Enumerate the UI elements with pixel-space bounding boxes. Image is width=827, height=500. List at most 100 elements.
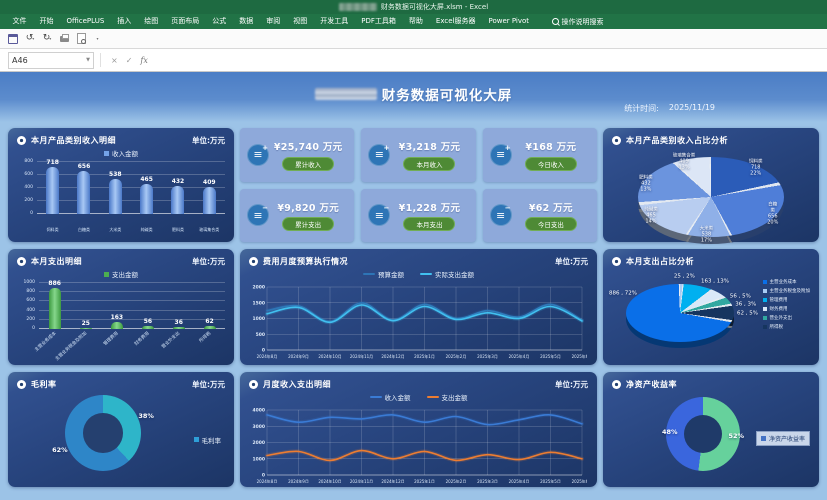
pie-slice-label: 饲料类71822% bbox=[749, 159, 763, 176]
tell-me-search[interactable]: 操作说明搜索 bbox=[552, 17, 604, 27]
bar-column: 36 bbox=[173, 320, 185, 329]
redo-button[interactable]: ↻▾ bbox=[40, 32, 54, 45]
chart-legend: 支出金额 bbox=[17, 269, 225, 279]
coins-minus-icon: ≡− bbox=[247, 204, 269, 226]
panel-unit: 单位:万元 bbox=[192, 379, 225, 390]
ribbon-tab-14[interactable]: Power Pivot bbox=[482, 14, 536, 29]
panel-budget-execution: 费用月度预算执行情况 单位:万元 预算金额实际支出金额0500100015002… bbox=[240, 249, 597, 365]
panel-header: 月度收入支出明细 单位:万元 bbox=[249, 379, 588, 390]
bar bbox=[80, 328, 92, 329]
y-tick-label: 0 bbox=[17, 327, 35, 332]
ribbon-tab-2[interactable]: OfficePLUS bbox=[60, 14, 111, 29]
coins-minus-icon: ≡− bbox=[490, 204, 512, 226]
legend-label: 收入金额 bbox=[385, 392, 411, 402]
kpi-card: ≡+¥168 万元今日收入 bbox=[483, 128, 597, 182]
print-preview-button[interactable] bbox=[74, 32, 88, 45]
bar-column: 163 bbox=[111, 315, 124, 329]
bar-value-label: 886 bbox=[48, 281, 61, 287]
ribbon-tab-12[interactable]: 帮助 bbox=[402, 14, 429, 29]
customize-qat-button[interactable]: ▾ bbox=[91, 32, 105, 45]
ribbon-tab-1[interactable]: 开始 bbox=[33, 14, 60, 29]
x-tick-label: 2025年2月 bbox=[446, 478, 467, 483]
pie-slice-label: 玻璃集合类40913% bbox=[673, 153, 696, 170]
x-tick-label: 2025年5月 bbox=[540, 353, 561, 359]
donut-hole bbox=[83, 413, 123, 453]
bar-value-label: 656 bbox=[78, 164, 91, 170]
x-tick-label: 饲料类 bbox=[47, 227, 59, 232]
ribbon-tab-13[interactable]: Excel服务器 bbox=[429, 14, 482, 29]
formula-input[interactable] bbox=[158, 53, 817, 68]
legend-item: 收入金额 bbox=[370, 392, 411, 402]
legend-item: 主营业务税金及附加 bbox=[763, 288, 810, 294]
bar-value-label: 432 bbox=[172, 179, 185, 185]
redo-caret-icon: ▾ bbox=[49, 37, 51, 41]
name-box-caret-icon: ▼ bbox=[86, 57, 90, 63]
bar bbox=[111, 322, 123, 329]
x-tick-label: 2024年8月 bbox=[257, 478, 278, 483]
kpi-value: ¥3,218 万元 bbox=[399, 139, 461, 153]
legend-item: 预算金额 bbox=[363, 269, 404, 279]
ribbon-tab-9[interactable]: 视图 bbox=[287, 14, 314, 29]
legend-swatch bbox=[763, 307, 767, 311]
ribbon-tab-5[interactable]: 页面布局 bbox=[165, 14, 206, 29]
bar-column: 465 bbox=[140, 177, 153, 214]
x-tick-label: 2025年6月 bbox=[572, 353, 587, 359]
donut-label: 52% bbox=[728, 432, 744, 440]
kpi-label-pill: 今日收入 bbox=[525, 157, 577, 171]
panel-title: 本月产品类别收入占比分析 bbox=[626, 135, 728, 146]
x-tick-label: 2024年10月 bbox=[318, 478, 341, 483]
panel-expense-detail: 本月支出明细 单位:万元 支出金额02004006008001000886251… bbox=[8, 249, 234, 365]
ribbon-tab-3[interactable]: 插入 bbox=[111, 14, 138, 29]
bar-column: 62 bbox=[204, 319, 216, 329]
x-axis-labels: 饲料类白糖类大米类纯碱类肥料类玻璃集合类 bbox=[37, 216, 225, 235]
title-bar: 财务数据可视化大屏.xlsm - Excel bbox=[0, 0, 827, 14]
ribbon-tab-6[interactable]: 公式 bbox=[206, 14, 233, 29]
donut-label: 38% bbox=[138, 412, 154, 420]
ribbon-tab-0[interactable]: 文件 bbox=[6, 14, 33, 29]
bullet-icon bbox=[612, 257, 621, 266]
x-tick-label: 2025年1月 bbox=[414, 478, 435, 483]
y-tick-label: 600 bbox=[17, 173, 33, 178]
legend-label: 实际支出金额 bbox=[435, 269, 474, 279]
bar-value-label: 56 bbox=[144, 319, 152, 325]
undo-button[interactable]: ↺▾ bbox=[23, 32, 37, 45]
ribbon-tab-11[interactable]: PDF工具箱 bbox=[355, 14, 403, 29]
cell-reference: A46 bbox=[12, 56, 28, 65]
bar-value-label: 36 bbox=[175, 320, 183, 326]
bar-value-label: 25 bbox=[82, 321, 90, 327]
ribbon-tab-8[interactable]: 审阅 bbox=[260, 14, 287, 29]
stat-time: 统计时间: 2025/11/19 bbox=[624, 103, 715, 114]
ribbon-tab-7[interactable]: 数据 bbox=[233, 14, 260, 29]
name-box[interactable]: A46 ▼ bbox=[8, 52, 94, 69]
panel-title: 费用月度预算执行情况 bbox=[263, 256, 348, 267]
pie-slice-label: 纯碱类46514% bbox=[644, 207, 658, 224]
dashboard-title-row: 财务数据可视化大屏 bbox=[315, 84, 513, 104]
pie-legend: 主营业务成本主营业务税金及附加管理费用财务费用营业外支出所得税 bbox=[763, 279, 810, 330]
insert-function-icon[interactable]: fx bbox=[140, 56, 147, 65]
bar-column: 25 bbox=[80, 321, 92, 329]
kpi-card: ≡+¥3,218 万元本月收入 bbox=[361, 128, 475, 182]
kpi-card: ≡−¥1,228 万元本月支出 bbox=[361, 189, 475, 243]
legend-swatch bbox=[763, 325, 767, 329]
y-tick-label: 3000 bbox=[252, 424, 265, 430]
bar bbox=[203, 187, 216, 214]
print-button[interactable] bbox=[57, 32, 71, 45]
cancel-icon[interactable]: × bbox=[111, 56, 118, 65]
coins-minus-icon: ≡− bbox=[368, 204, 390, 226]
enter-icon[interactable]: ✓ bbox=[126, 56, 133, 65]
ribbon-tab-10[interactable]: 开发工具 bbox=[314, 14, 355, 29]
kpi-value: ¥9,820 万元 bbox=[277, 200, 339, 214]
income-share-pie-chart: 饲料类71822%白糖类65620%大米类53817%纯碱类46514%肥料类4… bbox=[612, 146, 810, 238]
stat-time-value: 2025/11/19 bbox=[669, 103, 715, 114]
customize-caret-icon: ▾ bbox=[96, 37, 98, 41]
legend-label: 所得税 bbox=[770, 324, 784, 330]
legend-label: 净资产收益率 bbox=[769, 434, 805, 443]
y-tick-label: 200 bbox=[17, 318, 35, 323]
legend-item: 支出金额 bbox=[427, 392, 468, 402]
ribbon-tab-4[interactable]: 绘图 bbox=[138, 14, 165, 29]
bar bbox=[49, 288, 61, 329]
donut-legend: 毛利率 bbox=[194, 435, 221, 445]
save-button[interactable] bbox=[6, 32, 20, 45]
kpi-label-pill: 本月支出 bbox=[403, 217, 455, 231]
panel-title: 本月产品类别收入明细 bbox=[31, 135, 116, 146]
